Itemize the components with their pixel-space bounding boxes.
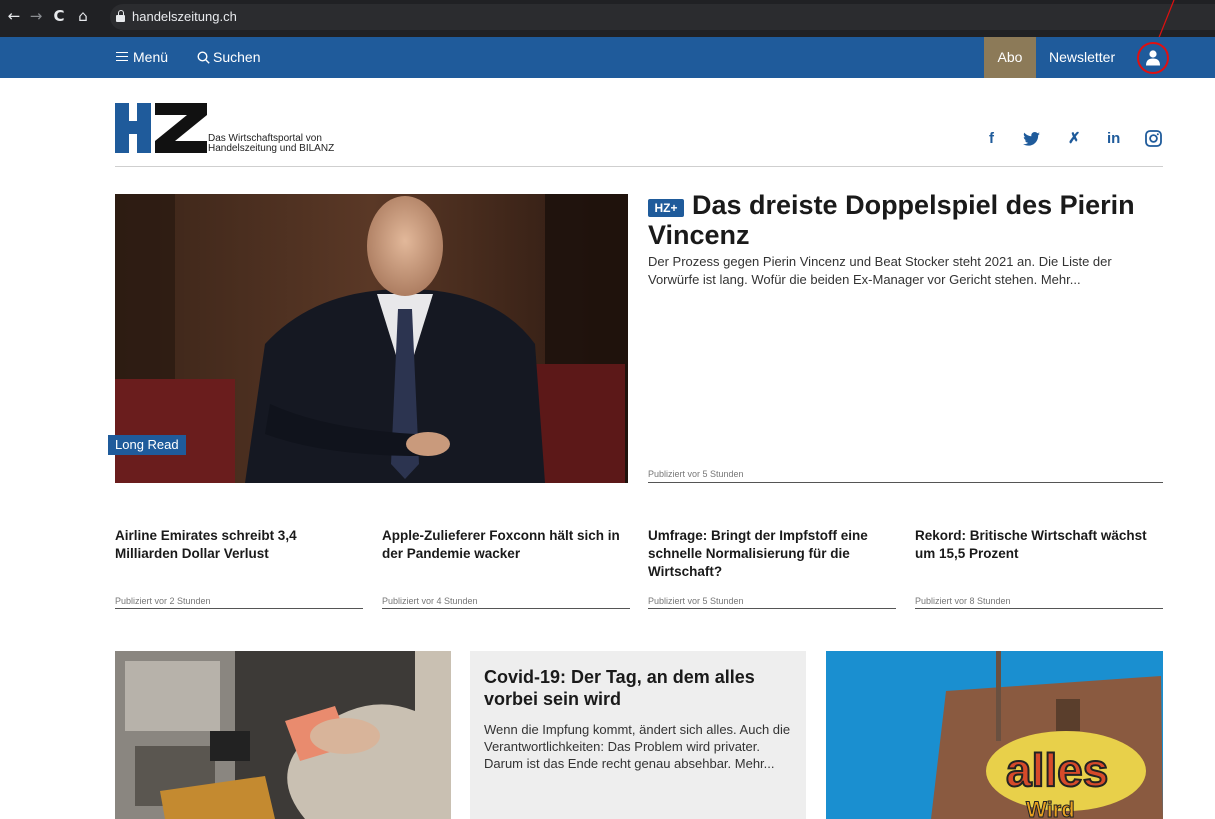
facebook-icon[interactable]: f	[989, 129, 994, 149]
article-divider	[915, 608, 1163, 609]
back-arrow-icon[interactable]: ←	[4, 6, 24, 26]
hero-headline[interactable]: Das dreiste Doppelspiel des Pierin Vince…	[648, 190, 1148, 250]
user-account-button[interactable]	[1137, 42, 1169, 74]
covid-teaser[interactable]: Covid-19: Der Tag, an dem alles vorbei s…	[470, 651, 806, 819]
abo-button[interactable]: Abo	[984, 37, 1036, 78]
menu-label: Menü	[133, 49, 169, 65]
annotation-pointer-line	[1157, 0, 1175, 41]
graffiti-word-wird: Wird	[1026, 797, 1075, 819]
graffiti-word-alles: alles	[1006, 744, 1108, 796]
newsletter-link[interactable]: Newsletter	[1049, 48, 1115, 66]
linkedin-icon[interactable]: in	[1107, 129, 1120, 149]
xing-icon[interactable]: ✗	[1068, 129, 1081, 149]
user-icon	[1146, 50, 1160, 66]
hero-photo[interactable]	[115, 194, 628, 483]
hero-divider	[648, 482, 1163, 483]
long-read-badge[interactable]: Long Read	[108, 435, 186, 455]
covid-lead[interactable]: Wenn die Impfung kommt, ändert sich alle…	[484, 721, 799, 772]
graffiti-photo[interactable]: alles Wird	[826, 651, 1163, 819]
menu-button[interactable]: Menü	[116, 48, 168, 66]
reload-icon[interactable]: C	[49, 6, 69, 26]
article-published: Publiziert vor 2 Stunden	[115, 596, 211, 606]
search-icon	[197, 51, 210, 64]
article-teaser[interactable]: Airline Emirates schreibt 3,4 Milliarden…	[115, 527, 363, 563]
atm-cash-photo[interactable]	[115, 651, 451, 819]
article-teaser[interactable]: Rekord: Britische Wirtschaft wächst um 1…	[915, 527, 1163, 563]
hamburger-icon	[116, 52, 128, 61]
forward-arrow-icon[interactable]: →	[26, 6, 46, 26]
article-divider	[648, 608, 896, 609]
site-navbar: Menü Suchen Abo Newsletter	[0, 37, 1215, 78]
article-title[interactable]: Rekord: Britische Wirtschaft wächst um 1…	[915, 527, 1163, 563]
article-published: Publiziert vor 5 Stunden	[648, 596, 744, 606]
article-title[interactable]: Airline Emirates schreibt 3,4 Milliarden…	[115, 527, 363, 563]
search-button[interactable]: Suchen	[197, 48, 260, 66]
search-label: Suchen	[213, 49, 261, 65]
tagline-line-2: Handelszeitung und BILANZ	[208, 143, 335, 154]
hero-lead-text[interactable]: Der Prozess gegen Pierin Vincenz und Bea…	[648, 253, 1156, 289]
address-bar[interactable]: handelszeitung.ch	[110, 4, 1215, 30]
hero-published: Publiziert vor 5 Stunden	[648, 469, 744, 479]
lock-icon	[116, 10, 125, 22]
home-icon[interactable]: ⌂	[73, 6, 93, 26]
hz-logo[interactable]	[115, 103, 207, 153]
twitter-icon[interactable]	[1023, 132, 1040, 146]
article-title[interactable]: Umfrage: Bringt der Impfstoff eine schne…	[648, 527, 896, 581]
article-divider	[382, 608, 630, 609]
article-divider	[115, 608, 363, 609]
article-published: Publiziert vor 8 Stunden	[915, 596, 1011, 606]
browser-toolbar: ← → C ⌂ handelszeitung.ch	[0, 0, 1215, 37]
instagram-icon[interactable]	[1145, 130, 1162, 147]
url-text: handelszeitung.ch	[132, 9, 237, 24]
social-links: f ✗ in	[980, 129, 1165, 149]
article-published: Publiziert vor 4 Stunden	[382, 596, 478, 606]
article-teaser[interactable]: Umfrage: Bringt der Impfstoff eine schne…	[648, 527, 896, 581]
article-teaser[interactable]: Apple-Zulieferer Foxconn hält sich in de…	[382, 527, 630, 563]
article-title[interactable]: Apple-Zulieferer Foxconn hält sich in de…	[382, 527, 630, 563]
covid-title[interactable]: Covid-19: Der Tag, an dem alles vorbei s…	[484, 666, 784, 710]
site-tagline: Das Wirtschaftsportal von Handelszeitung…	[208, 134, 334, 154]
header-divider	[115, 166, 1163, 167]
